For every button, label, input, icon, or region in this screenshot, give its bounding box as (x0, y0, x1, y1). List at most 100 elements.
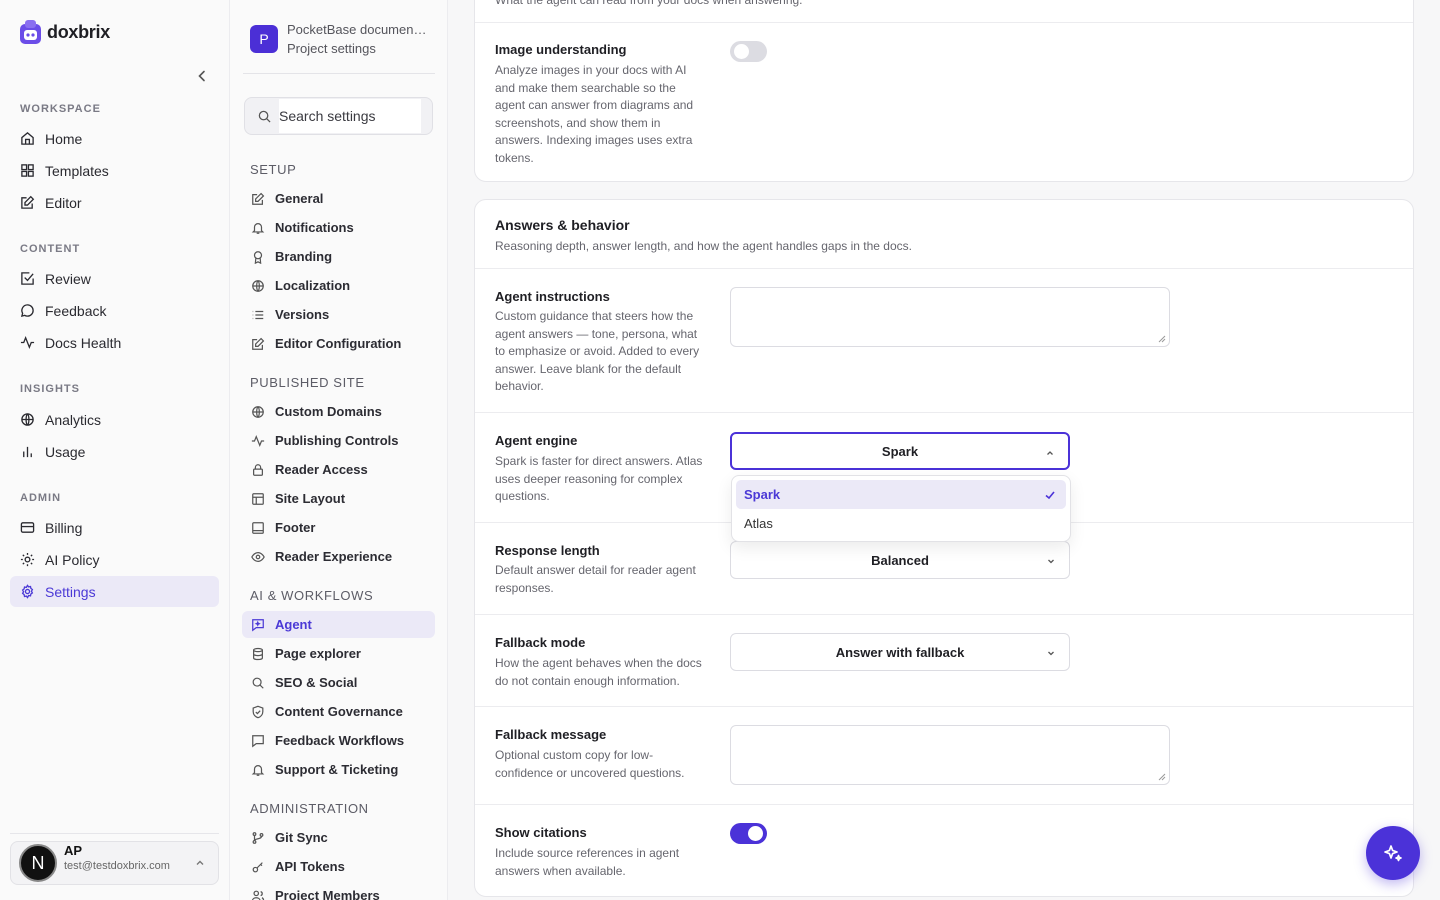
user-menu[interactable]: N AP test@testdoxbrix.com (10, 841, 219, 885)
settings-item-page-explorer[interactable]: Page explorer (242, 640, 435, 667)
nav-item-label: Feedback (45, 302, 107, 319)
nav-item-label: Billing (45, 519, 83, 536)
image-understanding-toggle[interactable] (730, 41, 767, 62)
brand-name: doxbrix (47, 21, 110, 42)
key-icon (252, 861, 263, 872)
settings-item-editor-configuration[interactable]: Editor Configuration (242, 330, 435, 357)
setting-description: Optional custom copy for low-confidence … (495, 748, 685, 780)
selected-value: Spark (881, 443, 919, 459)
settings-item-label: Publishing Controls (275, 433, 399, 448)
setting-description: Spark is faster for direct answers. Atla… (495, 454, 703, 503)
nav-item-label: Usage (45, 443, 86, 460)
chevron-down-icon (1048, 651, 1054, 656)
agent-instructions-textarea[interactable] (730, 287, 1170, 347)
nav-section-insights: INSIGHTS (20, 383, 80, 395)
settings-item-versions[interactable]: Versions (242, 301, 435, 328)
setting-title: Image understanding (495, 42, 627, 57)
settings-item-content-governance[interactable]: Content Governance (242, 698, 435, 725)
settings-item-label: Project Members (275, 888, 380, 900)
nav-section-content: CONTENT (20, 243, 81, 255)
toggle-knob (748, 826, 763, 841)
show-citations-toggle[interactable] (730, 823, 767, 844)
sun-icon (20, 552, 35, 567)
primary-sidebar: doxbrix WORKSPACE Home Templates Editor … (0, 0, 230, 900)
settings-item-label: Custom Domains (275, 404, 382, 419)
edit-icon (252, 192, 265, 205)
nav-item-label: Settings (45, 583, 96, 600)
settings-item-label: Support & Ticketing (275, 762, 399, 777)
settings-item-seo-social[interactable]: SEO & Social (242, 669, 435, 696)
nav-item-feedback[interactable]: Feedback (10, 295, 219, 326)
nav-item-usage[interactable]: Usage (10, 436, 219, 467)
award-icon (253, 250, 263, 264)
nav-item-analytics[interactable]: Analytics (10, 404, 219, 435)
settings-item-label: Notifications (275, 220, 354, 235)
settings-item-reader-experience[interactable]: Reader Experience (242, 543, 435, 570)
settings-item-site-layout[interactable]: Site Layout (242, 485, 435, 512)
option-atlas[interactable]: Atlas (736, 509, 1066, 538)
search-icon (252, 677, 264, 689)
settings-section-setup: SETUP (250, 162, 297, 177)
settings-item-footer[interactable]: Footer (242, 514, 435, 541)
message-square-icon (252, 734, 264, 747)
database-icon (253, 647, 263, 660)
nav-section-admin: ADMIN (20, 492, 62, 504)
nav-item-templates[interactable]: Templates (10, 155, 219, 186)
settings-item-label: Agent (275, 617, 312, 632)
fallback-message-textarea[interactable] (730, 725, 1170, 785)
settings-item-custom-domains[interactable]: Custom Domains (242, 398, 435, 425)
check-icon (1045, 491, 1055, 500)
setting-description: Include source references in agent answe… (495, 846, 680, 878)
nav-item-label: Analytics (45, 411, 102, 428)
lock-icon (253, 463, 263, 476)
nav-item-label: Docs Health (45, 334, 122, 351)
settings-item-general[interactable]: General (242, 185, 435, 212)
settings-item-publishing-controls[interactable]: Publishing Controls (242, 427, 435, 454)
project-header[interactable]: P PocketBase documen… Project settings (250, 20, 426, 58)
search-input[interactable] (279, 99, 421, 133)
setting-title: Fallback message (495, 727, 607, 742)
settings-item-notifications[interactable]: Notifications (242, 214, 435, 241)
settings-item-support-ticketing[interactable]: Support & Ticketing (242, 756, 435, 783)
setting-row-image-understanding: Image understanding Analyze images in yo… (475, 22, 1413, 182)
settings-item-label: Git Sync (275, 830, 328, 845)
globe-icon (252, 405, 264, 418)
toggle-knob (734, 44, 749, 59)
settings-item-feedback-workflows[interactable]: Feedback Workflows (242, 727, 435, 754)
settings-item-reader-access[interactable]: Reader Access (242, 456, 435, 483)
collapse-sidebar-icon[interactable] (194, 68, 210, 84)
settings-item-label: Feedback Workflows (275, 733, 405, 748)
settings-item-localization[interactable]: Localization (242, 272, 435, 299)
settings-item-project-members[interactable]: Project Members (242, 882, 435, 900)
user-email: test@testdoxbrix.com (64, 860, 170, 873)
nav-section-workspace: WORKSPACE (20, 103, 101, 115)
settings-item-branding[interactable]: Branding (242, 243, 435, 270)
nav-item-editor[interactable]: Editor (10, 187, 219, 218)
brand[interactable]: doxbrix (20, 20, 110, 44)
settings-item-api-tokens[interactable]: API Tokens (242, 853, 435, 880)
settings-item-agent[interactable]: Agent (242, 611, 435, 638)
divider (243, 73, 435, 74)
bell-icon (251, 222, 265, 234)
fallback-mode-select[interactable]: Answer with fallback (730, 633, 1070, 671)
project-subtitle: Project settings (287, 41, 376, 56)
edit-icon (252, 337, 265, 350)
settings-item-git-sync[interactable]: Git Sync (242, 824, 435, 851)
settings-content: What the agent can read from your docs w… (448, 0, 1440, 900)
nav-item-settings[interactable]: Settings (10, 576, 219, 607)
settings-item-label: Content Governance (275, 704, 403, 719)
nav-item-home[interactable]: Home (10, 123, 219, 154)
ai-assistant-button[interactable] (1366, 826, 1420, 880)
doxbrix-logo-icon (20, 20, 41, 44)
chevron-down-icon (1048, 559, 1054, 564)
nav-item-ai-policy[interactable]: AI Policy (10, 544, 219, 575)
response-length-select[interactable]: Balanced (730, 541, 1070, 579)
nav-item-billing[interactable]: Billing (10, 512, 219, 543)
nav-item-docs-health[interactable]: Docs Health (10, 327, 219, 358)
answers-behavior-card: Answers & behavior Reasoning depth, answ… (474, 199, 1414, 897)
agent-engine-select[interactable]: Spark (730, 432, 1070, 470)
project-badge: P (250, 25, 278, 53)
option-spark[interactable]: Spark (736, 480, 1066, 509)
nav-item-review[interactable]: Review (10, 263, 219, 294)
settings-item-label: Reader Experience (275, 549, 393, 564)
